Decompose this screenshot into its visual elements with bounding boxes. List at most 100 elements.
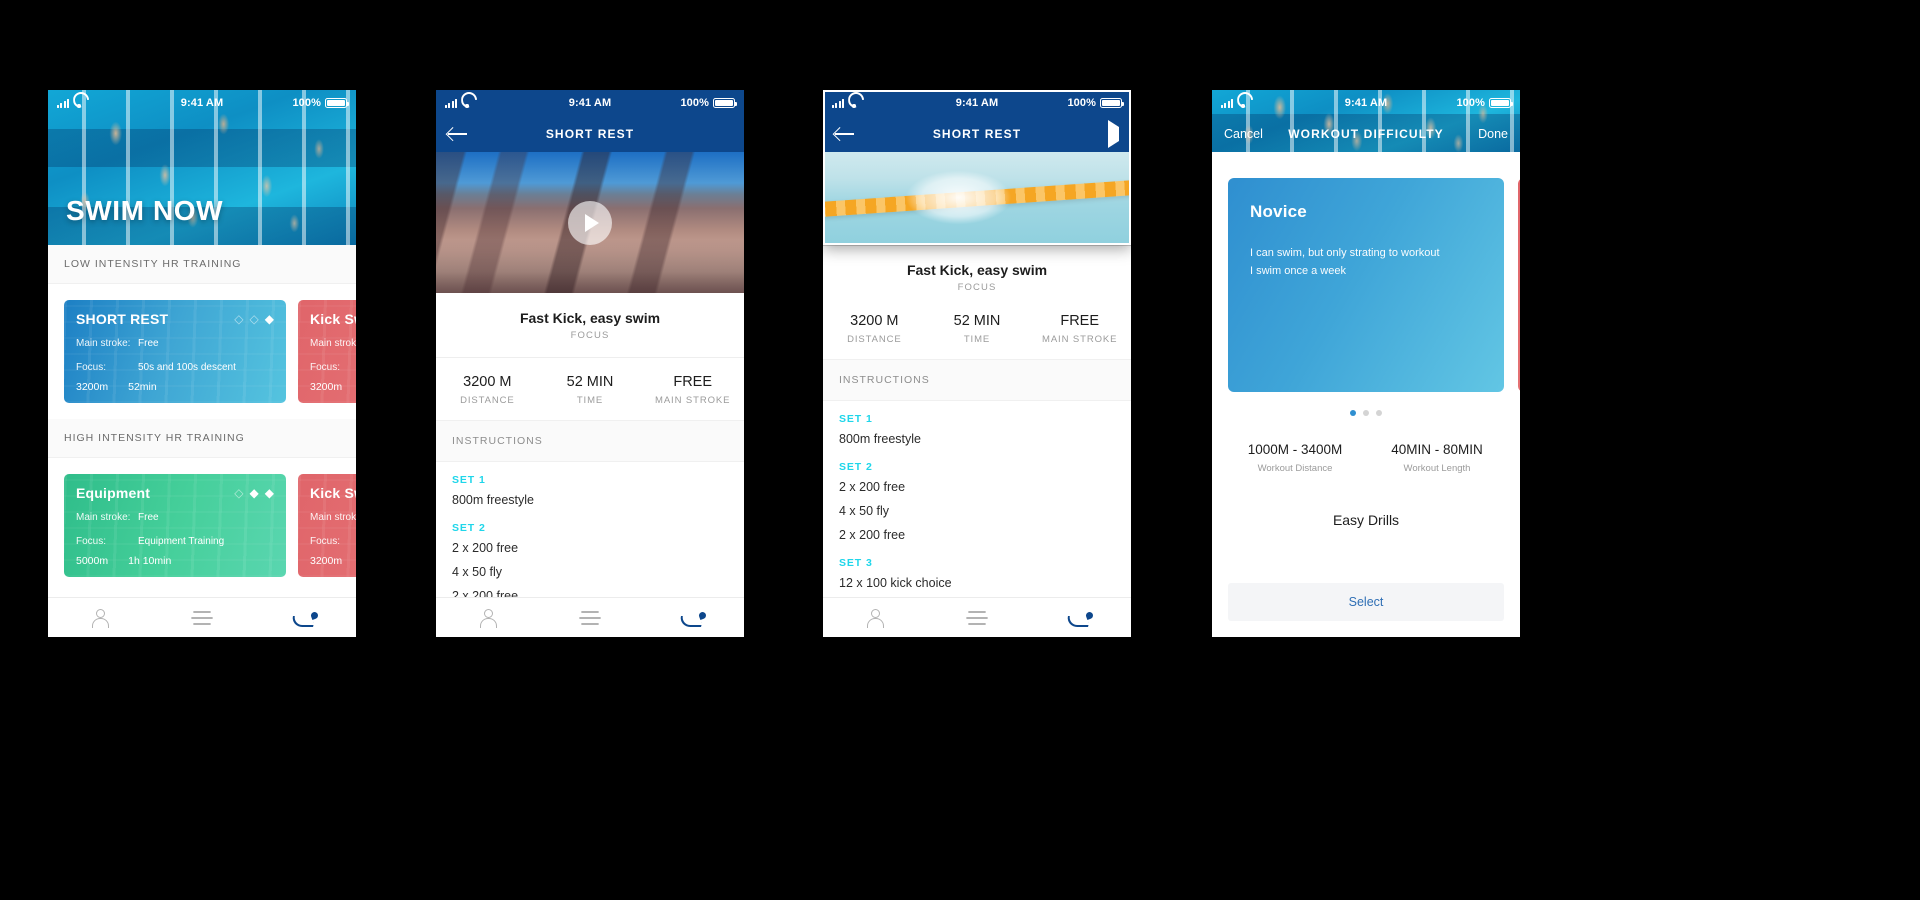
- card-header: Kick Swim ◇◇◆: [310, 311, 356, 327]
- bottom-tab-bar[interactable]: [436, 597, 744, 637]
- tab-profile[interactable]: [823, 609, 926, 628]
- nav-title: WORKOUT DIFFICULTY: [1288, 127, 1444, 141]
- workout-stats: 3200 M DISTANCE 52 MIN TIME FREE MAIN ST…: [436, 357, 744, 420]
- done-button[interactable]: Done: [1478, 127, 1508, 141]
- label-focus: Focus:: [76, 362, 107, 373]
- value-focus: 50s and 100s descent: [138, 362, 236, 373]
- card-distance: 3200m: [76, 381, 109, 393]
- stat-label: MAIN STROKE: [1042, 334, 1118, 345]
- difficulty-card-next[interactable]: Intermediate: [1518, 178, 1520, 392]
- battery-percent: 100%: [1067, 97, 1096, 109]
- tab-profile[interactable]: [436, 609, 539, 628]
- tab-swim[interactable]: [1028, 611, 1131, 624]
- stat-workout-length: 40MIN - 80MIN Workout Length: [1366, 442, 1508, 474]
- nav-title: SHORT REST: [932, 127, 1022, 141]
- battery-percent: 100%: [292, 97, 321, 109]
- set-label: SET 2: [839, 461, 873, 473]
- tab-swim[interactable]: [253, 611, 356, 624]
- bottom-tab-bar[interactable]: [48, 597, 356, 637]
- card-distance: 3200m: [310, 381, 343, 393]
- card-content: Kick Swim ◇◇◆ Main stroke: Free Focus: K…: [310, 485, 356, 549]
- card-header: Equipment ◇ ◆ ◆: [76, 485, 274, 501]
- stat-main-stroke: FREE MAIN STROKE: [1028, 313, 1131, 345]
- stat-value: 52 MIN: [953, 313, 1001, 329]
- play-circle-icon[interactable]: [568, 200, 612, 245]
- set-line: 2 x 200 free: [452, 589, 519, 597]
- card-main-stroke: Main stroke: Free: [310, 510, 356, 525]
- workout-media[interactable]: [436, 152, 744, 293]
- stat-main-stroke: FREE MAIN STROKE: [641, 374, 744, 406]
- set-line: 2 x 200 free: [452, 541, 519, 555]
- section-heading-low: LOW INTENSITY HR TRAINING: [48, 245, 356, 284]
- bottom-tab-bar[interactable]: [823, 597, 1131, 637]
- home-hero: 9:41 AM 100% SWIM NOW: [48, 90, 356, 245]
- difficulty-card-novice[interactable]: Novice I can swim, but only strating to …: [1228, 178, 1504, 392]
- card-title: Kick Swim: [310, 311, 356, 327]
- stat-value: 1000M - 3400M: [1247, 442, 1343, 457]
- nav-title: SHORT REST: [545, 127, 635, 141]
- tab-workouts[interactable]: [539, 610, 642, 625]
- workout-subtitle: FOCUS: [570, 330, 610, 341]
- workout-card-kick-swim[interactable]: Kick Swim ◇◇◆ Main stroke: Free Focus: K…: [298, 300, 356, 403]
- select-button[interactable]: Select: [1228, 583, 1504, 621]
- card-footer: 3200m 52min: [76, 381, 157, 393]
- carousel-page-dots[interactable]: [1212, 410, 1520, 416]
- status-bar: 9:41 AM 100%: [436, 90, 744, 116]
- stat-label: TIME: [963, 334, 991, 345]
- status-bar: 9:41 AM 100%: [1212, 90, 1520, 116]
- status-right: 100%: [292, 97, 350, 109]
- water-splash: [890, 163, 1027, 232]
- battery-percent: 100%: [680, 97, 709, 109]
- page-dot-1[interactable]: [1350, 410, 1356, 416]
- set-label: SET 3: [839, 557, 873, 569]
- page-dot-2[interactable]: [1363, 410, 1369, 416]
- card-content: SHORT REST ◇ ◇ ◆ Main stroke: Free Focus: …: [76, 311, 274, 375]
- nav-bar: Cancel WORKOUT DIFFICULTY Done: [1212, 116, 1520, 152]
- workout-media[interactable]: [823, 152, 1131, 245]
- card-footer: 5000m 1h 10min: [76, 555, 171, 567]
- instructions-heading: INSTRUCTIONS: [436, 420, 744, 462]
- tab-profile[interactable]: [48, 609, 151, 628]
- card-distance: 5000m: [76, 555, 109, 567]
- status-right: 100%: [1456, 97, 1514, 109]
- tab-workouts[interactable]: [926, 610, 1029, 625]
- status-bar: 9:41 AM 100%: [48, 90, 356, 116]
- home-scroll-area[interactable]: LOW INTENSITY HR TRAINING SHORT REST ◇ ◇ ◆…: [48, 245, 356, 597]
- tab-workouts[interactable]: [151, 610, 254, 625]
- page-title: SWIM NOW: [66, 195, 224, 226]
- tab-swim[interactable]: [641, 611, 744, 624]
- workout-card-short-rest[interactable]: SHORT REST ◇ ◇ ◆ Main stroke: Free Focus: …: [64, 300, 286, 403]
- detail-scroll-area[interactable]: Fast Kick, easy swim FOCUS 3200 M DISTAN…: [823, 245, 1131, 597]
- stat-value: 40MIN - 80MIN: [1391, 442, 1483, 457]
- difficulty-diamonds-icon: ◇ ◆ ◆: [234, 486, 274, 500]
- label-main-stroke: Main stroke:: [76, 338, 131, 349]
- stat-time: 52 MIN TIME: [926, 313, 1029, 345]
- card-row-high[interactable]: Equipment ◇ ◆ ◆ Main stroke: Free Focus: E…: [48, 458, 356, 593]
- workout-card-kick-swim-2[interactable]: Kick Swim ◇◇◆ Main stroke: Free Focus: K…: [298, 474, 356, 577]
- play-button[interactable]: [1108, 120, 1119, 148]
- card-row-low[interactable]: SHORT REST ◇ ◇ ◆ Main stroke: Free Focus: …: [48, 284, 356, 419]
- page-dot-3[interactable]: [1376, 410, 1382, 416]
- label-focus: Focus:: [310, 536, 341, 547]
- card-title: SHORT REST: [76, 311, 169, 327]
- detail-scroll-area[interactable]: Fast Kick, easy swim FOCUS 3200 M DISTAN…: [436, 293, 744, 597]
- stat-label: TIME: [576, 395, 604, 406]
- workout-card-equipment[interactable]: Equipment ◇ ◆ ◆ Main stroke: Free Focus: E…: [64, 474, 286, 577]
- set-label: SET 2: [452, 522, 486, 534]
- workout-stats: 3200 M DISTANCE 52 MIN TIME FREE MAIN ST…: [823, 309, 1131, 359]
- difficulty-header-media: 9:41 AM 100% Cancel WORKOUT DIFFICULTY D…: [1212, 90, 1520, 152]
- card-distance: 3200m: [310, 555, 343, 567]
- stat-label: Workout Distance: [1257, 463, 1333, 474]
- stat-label: DISTANCE: [847, 334, 902, 345]
- instructions-sets: SET 1 800m freestyle SET 2 2 x 200 free …: [436, 462, 744, 597]
- difficulty-body: Novice I can swim, but only strating to …: [1212, 152, 1520, 637]
- difficulty-card-carousel[interactable]: Novice I can swim, but only strating to …: [1212, 178, 1520, 392]
- stat-value: 3200 M: [850, 313, 899, 329]
- stat-label: DISTANCE: [460, 395, 515, 406]
- difficulty-description-line-1: I can swim, but only strating to workout: [1250, 247, 1440, 259]
- card-focus: Focus: 50s and 100s descent: [76, 360, 274, 375]
- battery-icon: [713, 98, 738, 108]
- set-line: 800m freestyle: [839, 432, 921, 446]
- battery-icon: [1489, 98, 1514, 108]
- stat-label: Workout Length: [1403, 463, 1471, 474]
